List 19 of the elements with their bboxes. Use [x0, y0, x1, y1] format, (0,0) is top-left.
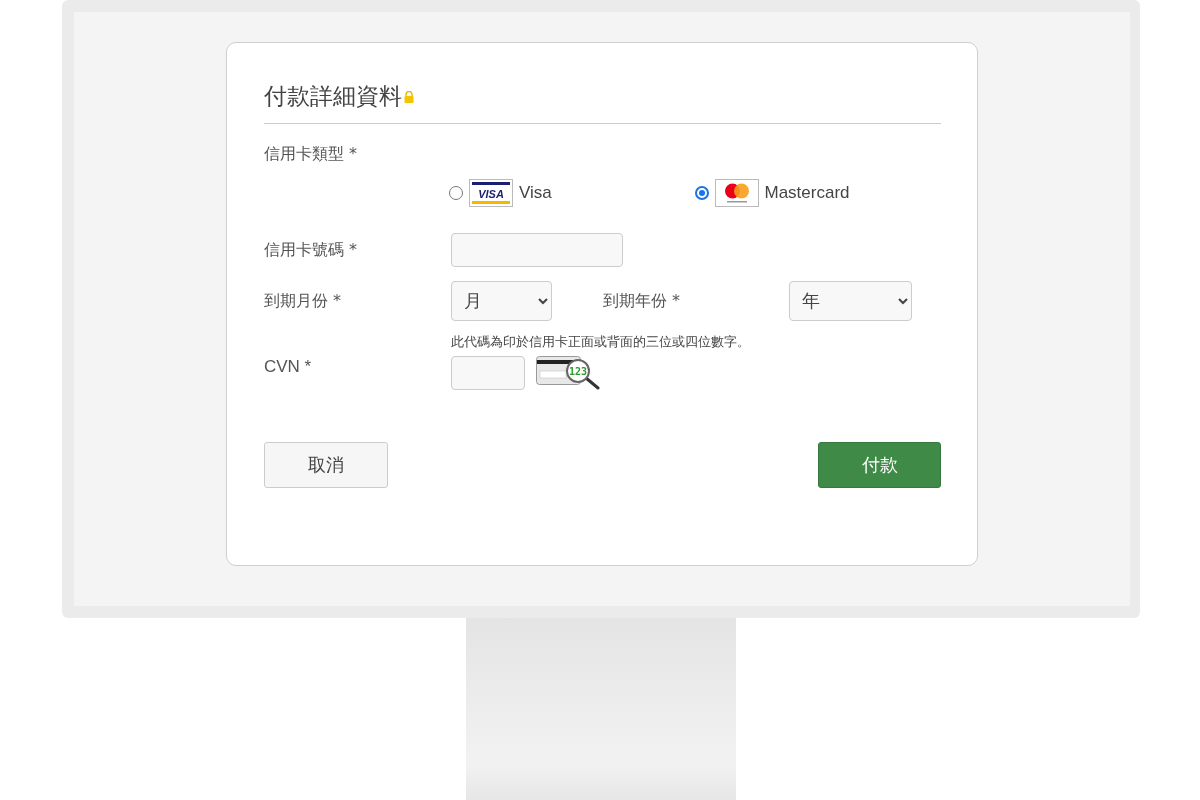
form-title: 付款詳細資料 [264, 82, 402, 111]
field-label: 信用卡號碼 * [264, 239, 359, 261]
hint-text: 此代碼為印於信用卡正面或背面的三位或四位數字。 [451, 333, 750, 351]
option-label: Mastercard [764, 183, 850, 203]
radio-button[interactable] [694, 186, 709, 200]
cvn-field[interactable] [451, 355, 525, 390]
field-label: 到期月份 * [264, 290, 343, 312]
card-logo [714, 179, 759, 207]
field-label: CVN * [264, 357, 313, 377]
month-select[interactable]: 月 [451, 281, 552, 321]
pay-button[interactable]: 付款 [818, 442, 941, 488]
option-label: Visa [519, 183, 552, 203]
field-label: 信用卡類型 * [264, 144, 358, 163]
year-select[interactable]: 年 [789, 281, 912, 321]
card-number-field[interactable] [451, 233, 623, 267]
cancel-button[interactable]: 取消 [264, 442, 388, 488]
radio-button[interactable] [449, 186, 463, 200]
card-logo: VISA [469, 179, 513, 207]
field-label: 到期年份 * [603, 290, 682, 312]
